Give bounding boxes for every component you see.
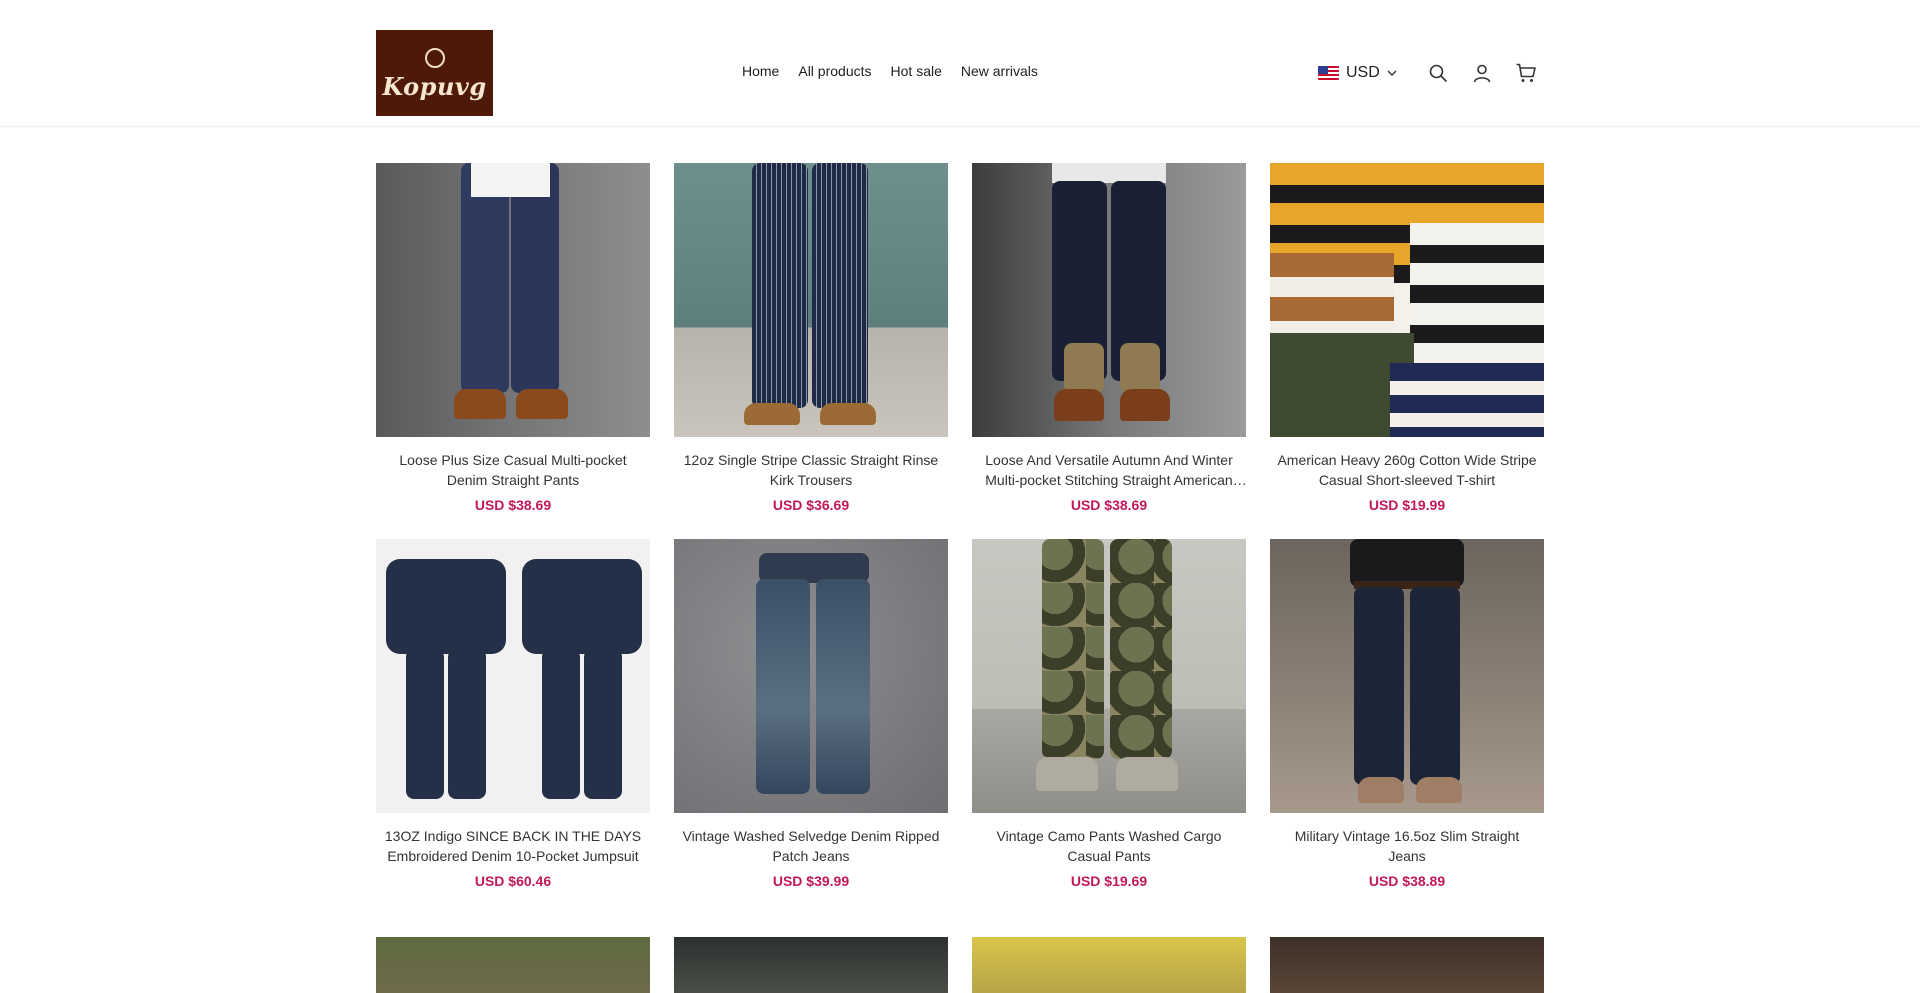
product-image[interactable]: [674, 937, 948, 993]
product-image[interactable]: [1270, 163, 1544, 437]
product-card[interactable]: American Heavy 260g Cotton Wide Stripe C…: [1270, 163, 1544, 513]
us-flag-icon: [1318, 66, 1339, 80]
product-title[interactable]: 12oz Single Stripe Classic Straight Rins…: [674, 450, 948, 490]
search-icon[interactable]: [1426, 61, 1450, 85]
product-card[interactable]: Loose Plus Size Casual Multi-pocket Deni…: [376, 163, 650, 513]
product-image[interactable]: [972, 937, 1246, 993]
product-title[interactable]: American Heavy 260g Cotton Wide Stripe C…: [1270, 450, 1544, 490]
product-image[interactable]: [376, 163, 650, 437]
logo-ring-icon: [424, 48, 445, 68]
product-image[interactable]: [376, 539, 650, 813]
header-tools: USD: [1318, 58, 1538, 88]
product-grid-row-3: [376, 937, 1544, 993]
product-image[interactable]: [1270, 539, 1544, 813]
currency-label: USD: [1346, 64, 1380, 81]
product-image[interactable]: [972, 163, 1246, 437]
product-title[interactable]: 13OZ Indigo SINCE BACK IN THE DAYS Embro…: [376, 826, 650, 866]
product-title[interactable]: Vintage Camo Pants Washed Cargo Casual P…: [972, 826, 1246, 866]
account-icon[interactable]: [1470, 61, 1494, 85]
nav-new-arrivals[interactable]: New arrivals: [961, 63, 1038, 79]
product-image[interactable]: [674, 539, 948, 813]
product-card[interactable]: Vintage Camo Pants Washed Cargo Casual P…: [972, 539, 1246, 889]
product-image[interactable]: [972, 539, 1246, 813]
product-price: USD $19.69: [1070, 873, 1148, 889]
product-title[interactable]: Vintage Washed Selvedge Denim Ripped Pat…: [674, 826, 948, 866]
product-image[interactable]: [674, 163, 948, 437]
nav-home[interactable]: Home: [742, 63, 779, 79]
product-price: USD $38.69: [474, 497, 552, 513]
product-card[interactable]: 12oz Single Stripe Classic Straight Rins…: [674, 163, 948, 513]
product-card[interactable]: Vintage Washed Selvedge Denim Ripped Pat…: [674, 539, 948, 889]
brand-logo[interactable]: Kopuvg: [376, 30, 493, 116]
product-price: USD $38.89: [1368, 873, 1446, 889]
product-title[interactable]: Loose Plus Size Casual Multi-pocket Deni…: [376, 450, 650, 490]
product-price: USD $39.99: [772, 873, 850, 889]
currency-selector[interactable]: USD: [1318, 64, 1398, 82]
nav-hot-sale[interactable]: Hot sale: [891, 63, 942, 79]
product-price: USD $36.69: [772, 497, 850, 513]
product-price: USD $19.99: [1368, 497, 1446, 513]
product-title[interactable]: Loose And Versatile Autumn And Winter Mu…: [972, 450, 1246, 490]
product-image[interactable]: [1270, 937, 1544, 993]
cart-icon[interactable]: [1514, 61, 1538, 85]
product-price: USD $60.46: [474, 873, 552, 889]
site-header: Kopuvg Home All products Hot sale New ar…: [0, 0, 1920, 127]
product-card[interactable]: 13OZ Indigo SINCE BACK IN THE DAYS Embro…: [376, 539, 650, 889]
product-card[interactable]: Military Vintage 16.5oz Slim Straight Je…: [1270, 539, 1544, 889]
chevron-down-icon: [1387, 70, 1397, 76]
product-image[interactable]: [376, 937, 650, 993]
product-card[interactable]: Loose And Versatile Autumn And Winter Mu…: [972, 163, 1246, 513]
logo-text: Kopuvg: [382, 72, 487, 101]
main-nav: Home All products Hot sale New arrivals: [742, 63, 1038, 79]
product-title[interactable]: Military Vintage 16.5oz Slim Straight Je…: [1270, 826, 1544, 866]
product-price: USD $38.69: [1070, 497, 1148, 513]
product-grid: Loose Plus Size Casual Multi-pocket Deni…: [376, 163, 1544, 889]
nav-all-products[interactable]: All products: [798, 63, 871, 79]
